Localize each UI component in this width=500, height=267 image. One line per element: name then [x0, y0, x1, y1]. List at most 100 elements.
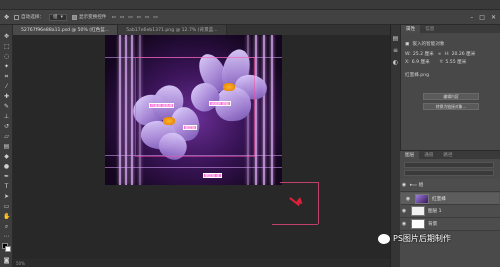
zoom-icon[interactable]: ⌕ — [3, 223, 10, 230]
move-icon[interactable]: ✥ — [3, 33, 10, 40]
move-tool-options-icon[interactable]: ✥ — [4, 13, 9, 21]
show-transform-option[interactable]: 显示变换控件 — [71, 13, 107, 21]
light-line — [105, 167, 282, 168]
file-name-row: 红蜜蜂.png — [405, 72, 429, 78]
type-icon[interactable]: T — [3, 183, 10, 190]
history-panel-icon[interactable]: ▤ — [392, 35, 399, 42]
x-field[interactable]: 6.9 厘米 — [412, 59, 430, 65]
pen-icon[interactable]: ✒ — [3, 173, 10, 180]
stamp-icon[interactable]: ⊥ — [3, 113, 10, 120]
tab-label: 属性 — [406, 27, 416, 32]
convert-to-linked-button[interactable]: 转换为链接对象... — [423, 103, 479, 110]
tab-label: 5ab17e6eb1371.png @ 12.7% (背景蓝... — [126, 28, 218, 33]
tab-label: 图层 — [405, 153, 415, 158]
layer-name: 组 — [418, 183, 424, 188]
tab-document-2[interactable]: 5ab17e6eb1371.png @ 12.7% (背景蓝... — [118, 25, 227, 35]
layer-thumbnail — [411, 206, 425, 216]
auto-select-value: 组 — [53, 15, 58, 20]
tab-layers[interactable]: 图层 — [400, 151, 420, 159]
blur-icon[interactable]: ◆ — [3, 153, 10, 160]
watermark-text: PS图片后期制作 — [393, 234, 451, 243]
tab-info[interactable]: 信息 — [420, 25, 440, 33]
layer-row[interactable]: ◉ ▸▭ 组 — [400, 179, 500, 192]
w-label: W: — [405, 51, 411, 57]
layer-name: 红蜜蜂 — [432, 196, 446, 202]
background-color-swatch[interactable] — [5, 246, 11, 252]
auto-select-checkbox[interactable] — [14, 14, 20, 20]
layer-row[interactable]: ◉ 背景 — [400, 218, 500, 231]
visibility-eye-icon[interactable]: ◉ — [404, 196, 412, 202]
folder-icon: ▸▭ — [410, 182, 417, 188]
smart-object-header: ▣ 嵌入的智能对象 — [405, 41, 445, 48]
properties-tabs: 属性 信息 — [401, 25, 500, 33]
tab-properties[interactable]: 属性 — [401, 25, 421, 33]
section-title: 嵌入的智能对象 — [412, 42, 445, 47]
status-bar: 50% — [13, 259, 390, 267]
button-label: 编辑内容 — [443, 93, 459, 99]
options-bar: ✥ 自动选择： 组 ▾ 显示变换控件 ▭ ▭ ▭ ▭ ▭ ▭ – □ ✕ — [0, 10, 500, 25]
gradient-icon[interactable]: ▤ — [3, 143, 10, 150]
layer-row[interactable]: ◉ 图层 1 — [400, 205, 500, 218]
layers-panel: 图层 通道 路径 ◉ ▸▭ 组 ◉ 红蜜蜂 ◉ 图层 1 ◉ 背景 — [400, 150, 500, 267]
crop-icon[interactable]: ⌗ — [3, 73, 10, 80]
size-row: W: 25.2 厘米 ∞ H: 20.26 厘米 — [405, 51, 479, 58]
blend-mode-bar[interactable] — [404, 170, 494, 176]
brush-icon[interactable]: ✎ — [3, 103, 10, 110]
tools-panel: ✥ ⬚ ◌ ✦ ⌗ ⁄ ✚ ✎ ⊥ ↺ ▱ ▤ ◆ ● ✒ T ➤ ▭ ✋ ⌕ … — [0, 25, 13, 267]
properties-panel-icon[interactable]: ≡ — [392, 47, 399, 54]
marquee-icon[interactable]: ⬚ — [3, 43, 10, 50]
window-controls: – □ ✕ — [470, 14, 496, 21]
tab-paths[interactable]: 路径 — [438, 151, 458, 159]
transform-bounding-box[interactable] — [135, 57, 255, 157]
show-transform-checkbox[interactable] — [71, 14, 77, 20]
edit-contents-button[interactable]: 编辑内容 — [423, 93, 479, 100]
quick-mask-icon[interactable]: ◙ — [3, 257, 10, 264]
document-tabs: 52767f96e88a11.psd @ 50% (红色蓝... 5ab17e6… — [13, 25, 390, 35]
wand-icon[interactable]: ✦ — [3, 63, 10, 70]
layers-tabs: 图层 通道 路径 — [400, 151, 500, 159]
document-canvas[interactable]: 作者蓝 纯色蓝 品图底 图蓝 图层蓝 图层蓝 蓝 — [105, 35, 282, 185]
x-label: X: — [405, 59, 410, 65]
visibility-eye-icon[interactable]: ◉ — [400, 208, 408, 214]
path-select-icon[interactable]: ➤ — [3, 193, 10, 200]
minimize-icon[interactable]: – — [470, 14, 473, 21]
watermark: PS图片后期制作 — [378, 233, 451, 244]
visibility-eye-icon[interactable]: ◉ — [400, 182, 408, 188]
wechat-logo-icon — [378, 233, 390, 244]
dodge-icon[interactable]: ● — [3, 163, 10, 170]
layer-thumbnail — [411, 219, 425, 229]
eyedropper-icon[interactable]: ⁄ — [3, 83, 10, 90]
guide-line — [272, 224, 318, 225]
hand-icon[interactable]: ✋ — [3, 213, 10, 220]
shape-icon[interactable]: ▭ — [3, 203, 10, 210]
tab-channels[interactable]: 通道 — [419, 151, 439, 159]
zoom-level[interactable]: 50% — [16, 261, 25, 266]
eraser-icon[interactable]: ▱ — [3, 133, 10, 140]
link-icon[interactable]: ∞ — [438, 52, 442, 57]
close-icon[interactable]: ✕ — [491, 14, 496, 21]
layer-filter-bar[interactable] — [404, 162, 494, 168]
layer-row[interactable]: ◉ 红蜜蜂 — [400, 192, 500, 205]
show-transform-label: 显示变换控件 — [78, 15, 107, 20]
y-field[interactable]: 5.55 厘米 — [445, 59, 466, 65]
tab-label: 信息 — [425, 27, 435, 32]
panel-dock-icons: ▤ ≡ ◐ — [390, 25, 400, 267]
auto-select-dropdown[interactable]: 组 ▾ — [49, 13, 67, 21]
visibility-eye-icon[interactable]: ◉ — [400, 221, 408, 227]
heal-icon[interactable]: ✚ — [3, 93, 10, 100]
adjustments-panel-icon[interactable]: ◐ — [392, 59, 399, 66]
w-field[interactable]: 25.2 厘米 — [413, 51, 434, 57]
guide-line — [280, 182, 318, 183]
lasso-icon[interactable]: ◌ — [3, 53, 10, 60]
tab-document-1[interactable]: 52767f96e88a11.psd @ 50% (红色蓝... — [13, 25, 119, 35]
history-icon[interactable]: ↺ — [3, 123, 10, 130]
position-row: X: 6.9 厘米 Y: 5.55 厘米 — [405, 59, 470, 66]
button-label: 转换为链接对象... — [435, 103, 467, 109]
h-label: H: — [444, 51, 450, 57]
auto-select-option[interactable]: 自动选择： — [14, 13, 44, 21]
layer-name: 图层 1 — [428, 209, 442, 214]
h-field[interactable]: 20.26 厘米 — [452, 51, 476, 57]
maximize-icon[interactable]: □ — [479, 14, 485, 21]
more-tools-icon[interactable]: ⋯ — [3, 233, 10, 240]
align-buttons[interactable]: ▭ ▭ ▭ ▭ ▭ ▭ — [112, 13, 158, 21]
